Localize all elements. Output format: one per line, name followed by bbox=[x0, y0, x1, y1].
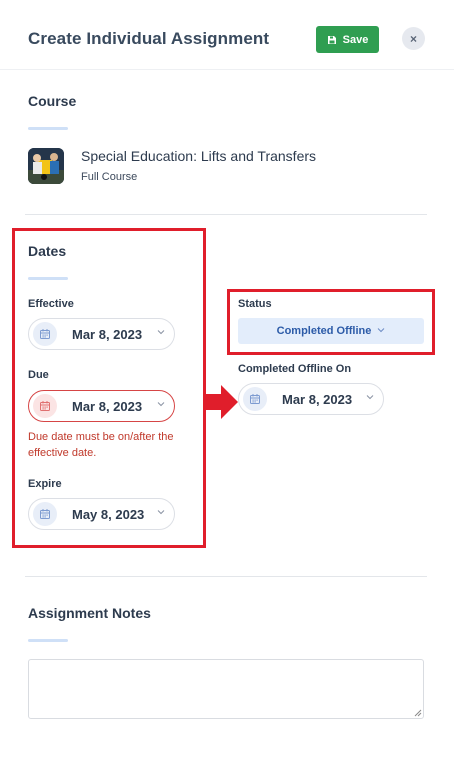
arrow-right-icon bbox=[203, 385, 238, 419]
divider bbox=[25, 214, 427, 215]
divider bbox=[25, 576, 427, 577]
course-title: Special Education: Lifts and Transfers bbox=[81, 148, 317, 164]
completed-offline-date-value: Mar 8, 2023 bbox=[282, 391, 353, 407]
close-icon: × bbox=[409, 31, 417, 46]
course-heading: Course bbox=[28, 93, 77, 109]
resize-handle-icon[interactable] bbox=[414, 709, 422, 717]
course-thumbnail bbox=[28, 148, 64, 184]
save-button-label: Save bbox=[342, 33, 369, 46]
page-title: Create Individual Assignment bbox=[28, 29, 270, 48]
status-highlight-box bbox=[227, 289, 435, 355]
dates-highlight-box bbox=[12, 228, 206, 548]
course-subtitle: Full Course bbox=[81, 171, 138, 183]
assignment-notes-textarea[interactable] bbox=[28, 659, 424, 719]
chevron-down-icon bbox=[366, 393, 374, 403]
close-button[interactable]: × bbox=[402, 27, 425, 50]
save-icon bbox=[327, 35, 336, 44]
completed-offline-on-label: Completed Offline On bbox=[238, 363, 352, 375]
notes-heading: Assignment Notes bbox=[28, 605, 151, 621]
notes-heading-underline bbox=[28, 639, 68, 642]
completed-offline-date-picker[interactable]: Mar 8, 2023 bbox=[238, 383, 384, 415]
header: Create Individual Assignment Save × bbox=[0, 0, 454, 70]
calendar-icon bbox=[243, 387, 267, 411]
save-button[interactable]: Save bbox=[316, 26, 379, 53]
course-heading-underline bbox=[28, 127, 68, 130]
